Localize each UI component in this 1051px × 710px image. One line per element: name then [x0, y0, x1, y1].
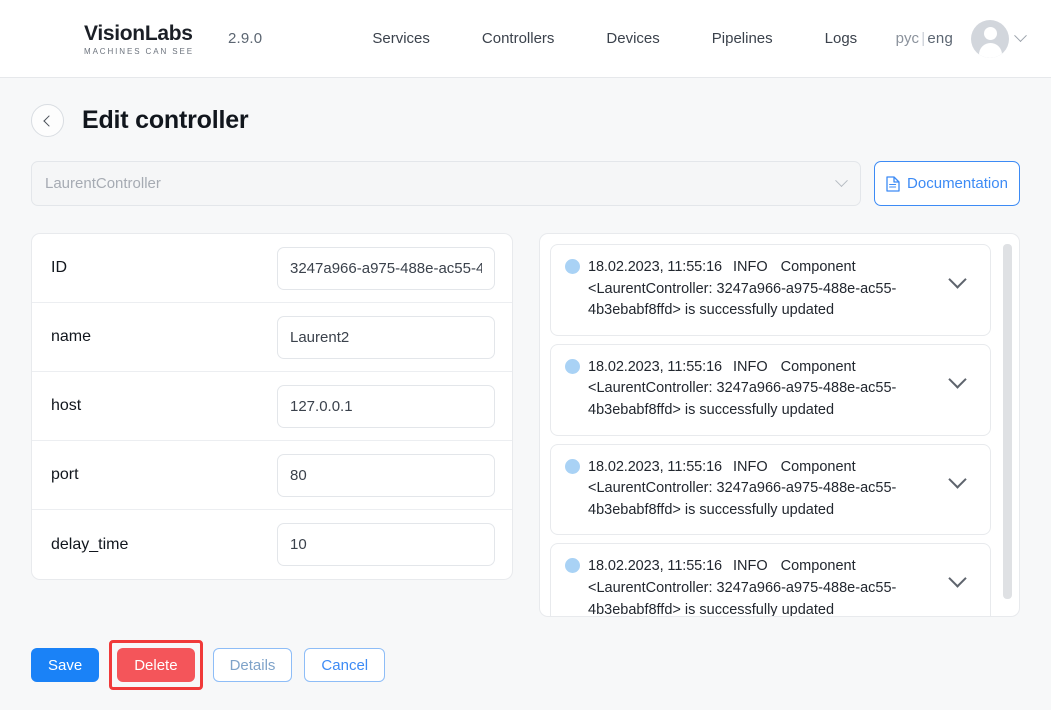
log-entry-meta: 18.02.2023, 11:55:16 INFO Component: [588, 459, 856, 475]
avatar[interactable]: [971, 19, 1009, 58]
brand-tagline: MACHINES CAN SEE: [84, 47, 194, 56]
form-input-id[interactable]: [277, 246, 495, 290]
log-timestamp: 18.02.2023, 11:55:16: [588, 358, 722, 375]
back-button[interactable]: [31, 104, 64, 137]
log-status-dot-icon: [565, 458, 580, 474]
log-entry-body: 18.02.2023, 11:55:16 INFO Component <Laure…: [588, 257, 937, 322]
log-level: INFO: [733, 558, 768, 575]
log-status-dot-icon: [565, 259, 580, 274]
log-entry[interactable]: 18.02.2023, 11:55:16 INFO Component <Laure…: [550, 543, 991, 616]
log-source: Component: [780, 458, 856, 475]
log-message: <LaurentController: 3247a966-a975-488e-a…: [588, 480, 897, 518]
form-row-id: ID: [32, 234, 512, 303]
chevron-down-icon[interactable]: [948, 469, 967, 489]
log-message: <LaurentController: 3247a966-a975-488e-a…: [588, 380, 897, 418]
main-navigation: Services Controllers Devices Pipelines L…: [346, 30, 883, 47]
log-source: Component: [780, 259, 856, 275]
app-header: VisionLabs MACHINES CAN SEE 2.9.0 Servic…: [0, 0, 1051, 78]
controller-select-row: LaurentController Documentation: [31, 161, 1020, 206]
documentation-button-label: Documentation: [907, 175, 1008, 192]
details-button[interactable]: Details: [212, 648, 293, 682]
content-columns: ID name host port delay_time: [31, 233, 1020, 617]
log-timestamp: 18.02.2023, 11:55:16: [588, 259, 722, 275]
language-option-eng[interactable]: eng: [927, 30, 953, 47]
form-input-host[interactable]: [277, 384, 495, 428]
action-buttons: Save Delete Details Cancel: [31, 640, 1020, 690]
chevron-down-icon: [835, 174, 848, 188]
controller-select[interactable]: LaurentController: [31, 161, 861, 206]
log-level: INFO: [733, 259, 768, 275]
log-entry[interactable]: 18.02.2023, 11:55:16 INFO Component <Laure…: [550, 244, 991, 336]
controller-form: ID name host port delay_time: [31, 233, 513, 580]
log-list: 18.02.2023, 11:55:16 INFO Component <Laure…: [550, 244, 1013, 616]
form-row-delay-time: delay_time: [32, 510, 512, 579]
nav-item-services[interactable]: Services: [346, 30, 456, 47]
form-input-name[interactable]: [277, 315, 495, 359]
document-icon: [886, 175, 900, 192]
cancel-button[interactable]: Cancel: [304, 648, 386, 682]
form-label-port: port: [51, 466, 79, 483]
chevron-down-icon[interactable]: [948, 569, 967, 589]
delete-button[interactable]: Delete: [117, 648, 195, 682]
visionlabs-logo-icon: [30, 18, 72, 60]
nav-item-devices[interactable]: Devices: [580, 30, 685, 47]
log-source: Component: [780, 358, 856, 375]
log-message: <LaurentController: 3247a966-a975-488e-a…: [588, 579, 897, 616]
nav-item-controllers[interactable]: Controllers: [456, 30, 581, 47]
page-content: Edit controller LaurentController Docume…: [0, 78, 1051, 690]
log-status-dot-icon: [565, 558, 580, 574]
form-label-delay-time: delay_time: [51, 535, 129, 553]
chevron-down-icon[interactable]: [948, 270, 967, 289]
brand-name: VisionLabs: [84, 22, 193, 45]
page-header: Edit controller: [31, 104, 1020, 137]
log-level: INFO: [733, 458, 768, 475]
documentation-button[interactable]: Documentation: [874, 161, 1020, 206]
controller-select-value: LaurentController: [45, 175, 161, 192]
log-entry[interactable]: 18.02.2023, 11:55:16 INFO Component <Laure…: [550, 343, 991, 436]
user-menu[interactable]: [971, 19, 1027, 58]
nav-item-pipelines[interactable]: Pipelines: [686, 30, 799, 47]
log-entry-body: 18.02.2023, 11:55:16 INFO Component <Laure…: [588, 357, 937, 422]
log-panel: 18.02.2023, 11:55:16 INFO Component <Laure…: [539, 233, 1020, 617]
log-entry[interactable]: 18.02.2023, 11:55:16 INFO Component <Laure…: [550, 443, 991, 536]
chevron-left-icon: [43, 114, 55, 127]
brand-text: VisionLabs MACHINES CAN SEE: [84, 21, 194, 56]
log-entry-meta: 18.02.2023, 11:55:16 INFO Component: [588, 359, 856, 375]
page-title: Edit controller: [82, 106, 249, 134]
form-input-port[interactable]: [277, 453, 495, 497]
log-entry-body: 18.02.2023, 11:55:16 INFO Component <Laure…: [588, 556, 937, 616]
log-entry-body: 18.02.2023, 11:55:16 INFO Component <Laure…: [588, 457, 937, 522]
log-scrollbar[interactable]: [1003, 244, 1012, 606]
save-button[interactable]: Save: [31, 648, 100, 682]
log-scrollbar-thumb[interactable]: [1003, 244, 1012, 599]
log-source: Component: [780, 558, 856, 575]
header-right-tools: рус | eng: [896, 19, 1027, 58]
log-status-dot-icon: [565, 358, 580, 374]
form-row-host: host: [32, 372, 512, 441]
log-message: <LaurentController: 3247a966-a975-488e-a…: [588, 280, 897, 319]
chevron-down-icon[interactable]: [948, 370, 967, 389]
form-row-port: port: [32, 441, 512, 510]
log-entry-meta: 18.02.2023, 11:55:16 INFO Component: [588, 259, 856, 275]
form-input-delay-time[interactable]: [277, 523, 495, 566]
log-timestamp: 18.02.2023, 11:55:16: [588, 558, 722, 575]
form-label-name: name: [51, 328, 92, 345]
nav-item-logs[interactable]: Logs: [799, 30, 884, 47]
language-switcher[interactable]: рус | eng: [896, 30, 953, 47]
form-label-host: host: [51, 397, 82, 414]
chevron-down-icon[interactable]: [1014, 29, 1027, 43]
brand-logo[interactable]: VisionLabs MACHINES CAN SEE: [30, 18, 194, 60]
log-level: INFO: [733, 358, 768, 375]
log-entry-meta: 18.02.2023, 11:55:16 INFO Component: [588, 558, 856, 574]
delete-button-highlight: Delete: [109, 640, 203, 690]
app-version: 2.9.0: [227, 30, 263, 47]
language-option-rus[interactable]: рус: [896, 30, 920, 47]
form-label-id: ID: [51, 259, 67, 276]
form-row-name: name: [32, 303, 512, 372]
log-timestamp: 18.02.2023, 11:55:16: [588, 458, 722, 475]
